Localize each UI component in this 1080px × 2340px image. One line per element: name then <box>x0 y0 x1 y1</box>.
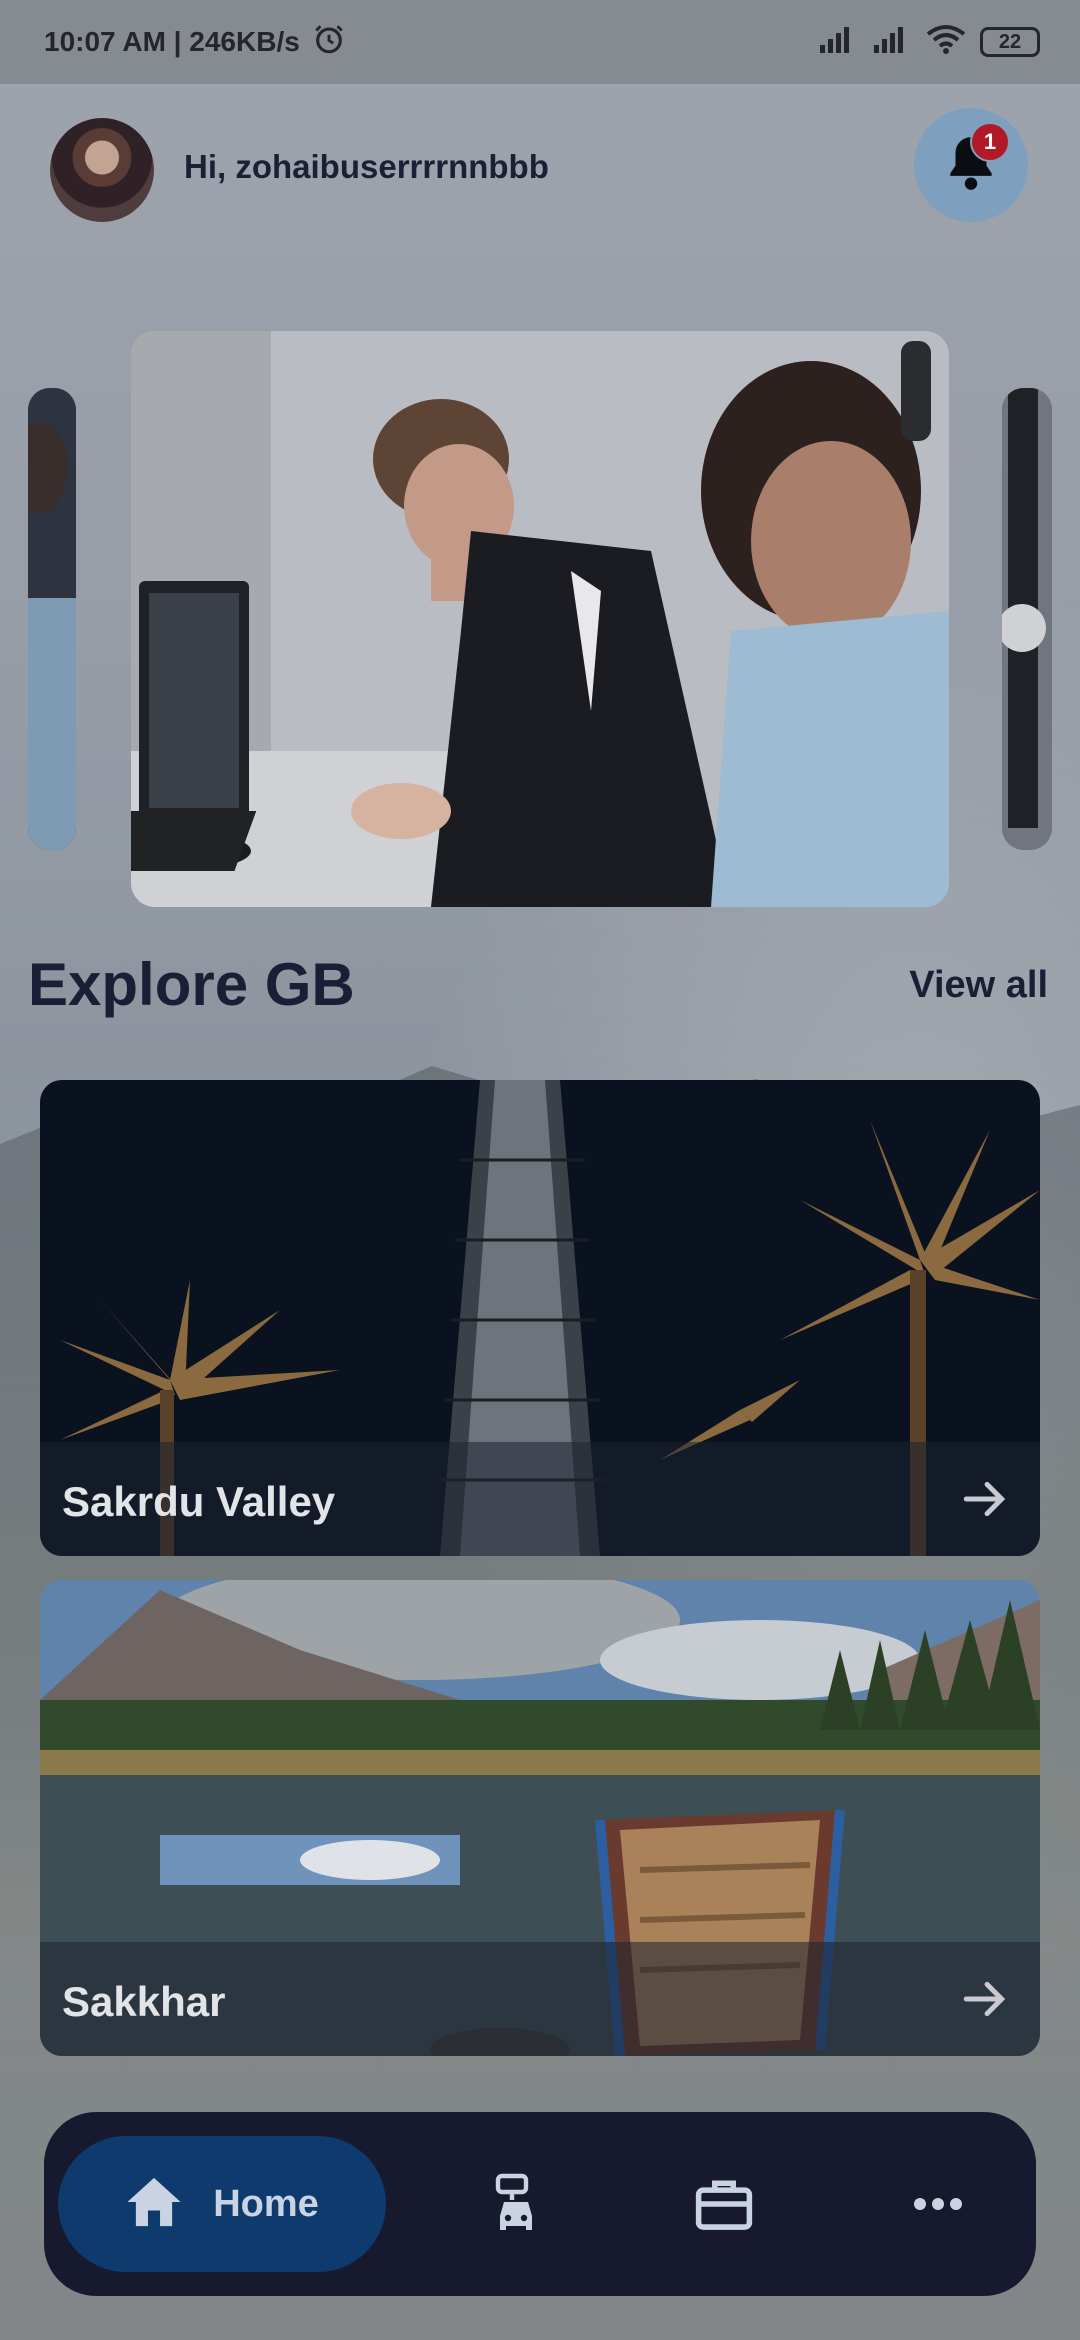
arrow-right-icon[interactable] <box>960 1974 1010 2024</box>
battery-icon: 22 <box>980 27 1040 57</box>
bottom-navigation: Home <box>44 2112 1036 2296</box>
briefcase-icon[interactable] <box>692 2172 756 2236</box>
destination-name: Sakrdu Valley <box>62 1478 336 1525</box>
wifi-icon <box>926 24 966 61</box>
explore-title: Explore GB <box>28 951 355 1018</box>
alarm-icon <box>312 22 346 63</box>
nav-home-button[interactable]: Home <box>58 2136 386 2272</box>
notification-button[interactable]: 1 <box>914 108 1028 222</box>
avatar[interactable] <box>50 118 154 222</box>
signal-icon <box>818 25 858 60</box>
status-bar: 10:07 AM | 246KB/s 22 <box>0 0 1080 84</box>
nav-home-label: Home <box>213 2182 319 2225</box>
carousel-prev-slide[interactable] <box>28 388 76 850</box>
more-icon[interactable] <box>906 2172 970 2236</box>
notification-badge: 1 <box>970 122 1010 162</box>
signal-icon-2 <box>872 25 912 60</box>
destination-card[interactable]: Sakrdu Valley <box>40 1080 1040 1556</box>
destination-card[interactable]: Sakkhar <box>40 1580 1040 2056</box>
carousel-next-slide[interactable] <box>1002 388 1052 850</box>
status-time: 10:07 AM | 246KB/s <box>44 26 300 57</box>
destination-name: Sakkhar <box>62 1978 226 2025</box>
carousel-banner-image[interactable] <box>131 331 949 907</box>
taxi-icon[interactable] <box>484 2172 548 2236</box>
view-all-link[interactable]: View all <box>909 964 1048 1007</box>
home-icon <box>125 2175 183 2234</box>
arrow-right-icon[interactable] <box>960 1474 1010 1524</box>
greeting-text: Hi, zohaibuserrrrnnbbb <box>184 148 549 185</box>
